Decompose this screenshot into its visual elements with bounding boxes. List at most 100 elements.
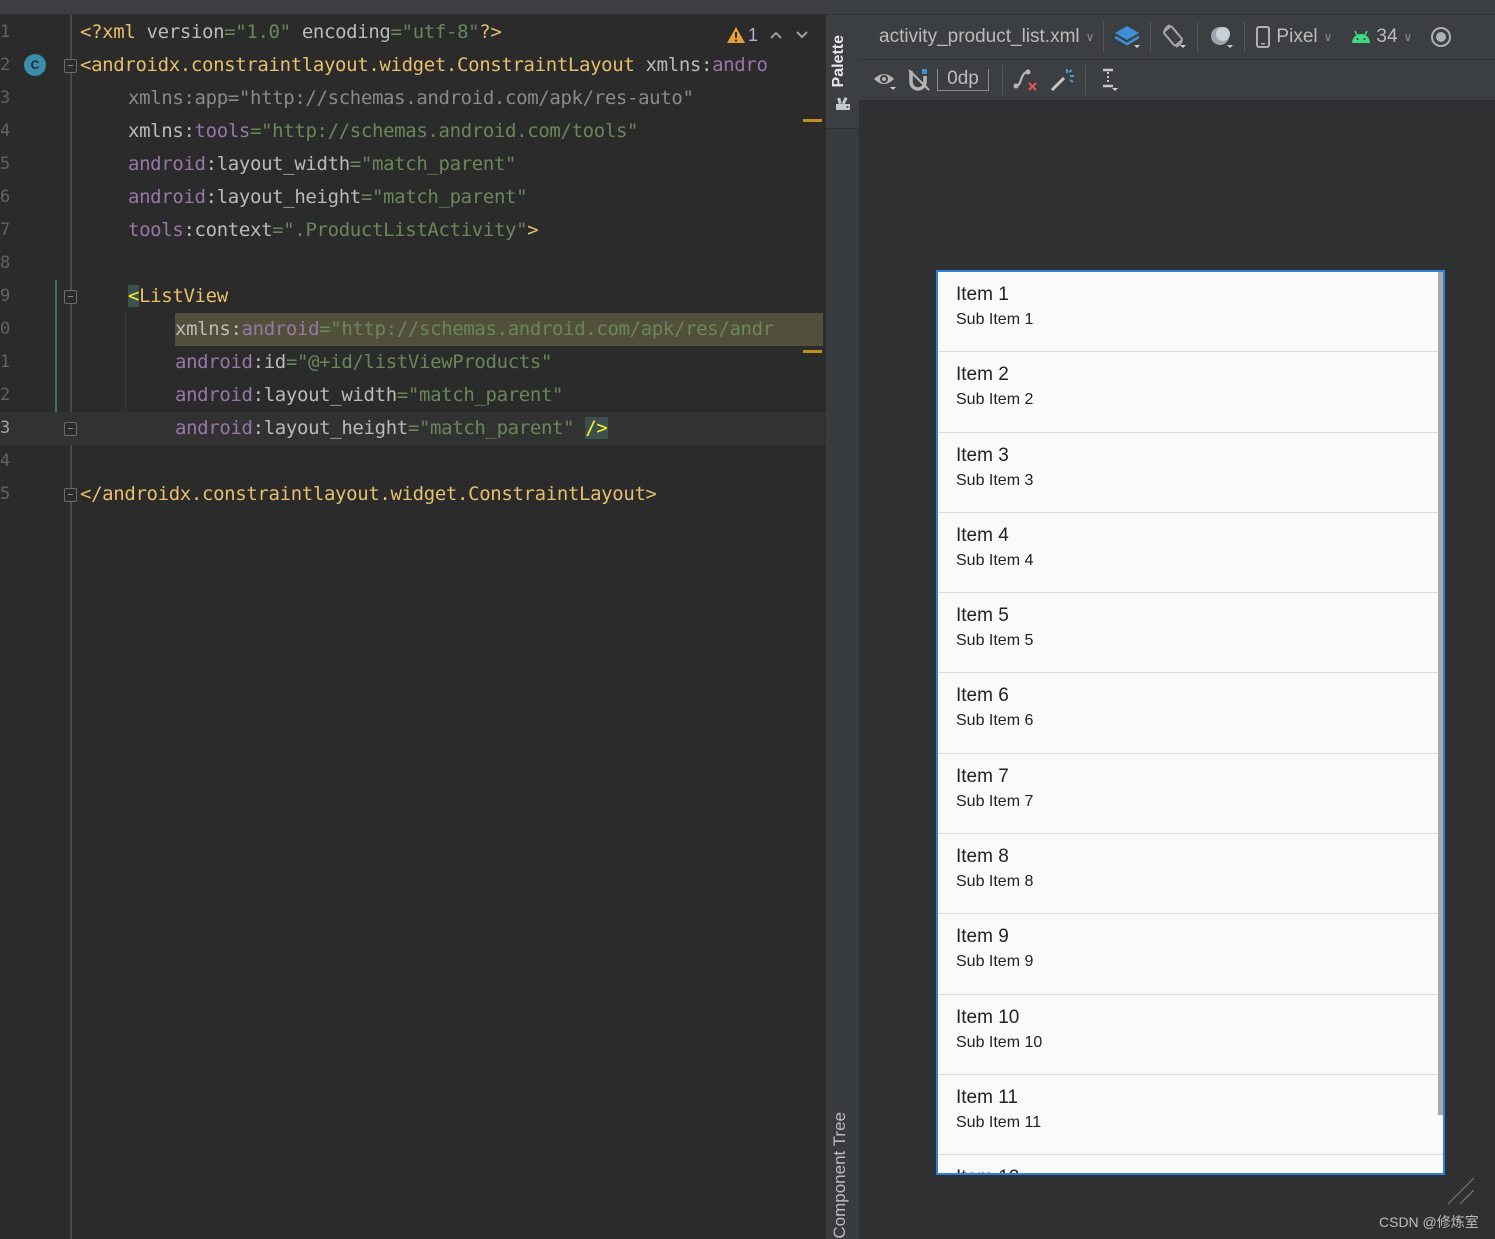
list-item[interactable]: Item 12Sub Item 12	[938, 1155, 1443, 1173]
code-text-warning-highlight: xmlns:android="http://schemas.android.co…	[175, 313, 823, 346]
list-view[interactable]: Item 1 Sub Item 1 Item 2 Sub Item 2 Item 3 Su…	[938, 272, 1443, 1173]
list-item[interactable]: Item 7 Sub Item 7	[938, 754, 1443, 835]
theme-button[interactable]	[1430, 19, 1452, 55]
line-number: 0	[0, 319, 11, 339]
toolbar-divider	[1150, 22, 1152, 52]
api-level-dropdown[interactable]: 34 ∨	[1350, 19, 1412, 55]
list-item-subtitle: Sub Item 9	[956, 953, 1034, 971]
chevron-down-icon: ∨	[1323, 30, 1333, 44]
class-gutter-icon[interactable]: C	[24, 54, 46, 76]
eye-icon	[874, 74, 896, 90]
toolbar-divider	[1002, 65, 1003, 95]
device-preview[interactable]: Item 1 Sub Item 1 Item 2 Sub Item 2 Item 3 Su…	[936, 270, 1445, 1175]
list-item[interactable]: Item 10 Sub Item 10	[938, 995, 1443, 1075]
line-number: 5	[0, 154, 11, 174]
code-line: 1 android:id="@+id/listViewProducts"	[0, 346, 826, 379]
list-item-subtitle: Sub Item 7	[956, 792, 1034, 810]
list-item-subtitle: Sub Item 1	[956, 311, 1034, 328]
resize-handle-icon[interactable]	[1446, 1176, 1476, 1206]
toolbar-divider	[1244, 22, 1246, 52]
view-options-button[interactable]	[871, 62, 899, 98]
palette-icon[interactable]	[835, 95, 851, 111]
code-line: 4	[0, 445, 826, 478]
constraint-toolbar: 0dp	[859, 60, 1495, 101]
line-number: 3	[0, 88, 11, 108]
code-text: xmlns:tools="http://schemas.android.com/…	[128, 120, 639, 142]
design-surface-button[interactable]	[1113, 19, 1141, 55]
fold-toggle-icon[interactable]	[64, 422, 77, 436]
list-item[interactable]: Item 9 Sub Item 9	[938, 914, 1443, 995]
autoconnect-toggle[interactable]	[905, 62, 933, 98]
list-item-subtitle: Sub Item 10	[956, 1033, 1043, 1051]
code-text: <androidx.constraintlayout.widget.Constr…	[80, 54, 768, 76]
line-number: 6	[0, 187, 11, 207]
list-scrollbar[interactable]	[1438, 272, 1443, 1115]
code-line: 7 tools:context=".ProductListActivity">	[0, 214, 826, 247]
toolbar-divider	[1085, 65, 1086, 95]
list-item-subtitle: Sub Item 4	[956, 551, 1034, 569]
line-number: 8	[0, 253, 11, 273]
list-item[interactable]: Item 2 Sub Item 2	[938, 352, 1443, 433]
component-tree-tab[interactable]: Component Tree	[830, 1112, 850, 1239]
code-line: 3 xmlns:app="http://schemas.android.com/…	[0, 82, 826, 115]
layers-icon	[1114, 26, 1141, 48]
top-window-strip	[0, 0, 1495, 15]
default-margin-field[interactable]: 0dp	[937, 69, 989, 91]
list-item-subtitle: Sub Item 2	[956, 391, 1034, 409]
list-item-title: Item 4	[956, 524, 1009, 546]
code-text: </androidx.constraintlayout.widget.Const…	[80, 483, 657, 505]
file-selector-dropdown[interactable]: activity_product_list.xml ∨	[879, 19, 1094, 55]
device-selector-dropdown[interactable]: Pixel ∨	[1254, 19, 1332, 55]
list-item-title: Item 3	[956, 444, 1009, 466]
infer-constraints-button[interactable]	[1048, 62, 1076, 98]
code-line: 5 </androidx.constraintlayout.widget.Con…	[0, 478, 826, 511]
list-item[interactable]: Item 6 Sub Item 6	[938, 673, 1443, 754]
code-text: <ListView	[128, 285, 228, 307]
xml-code-editor[interactable]: 1 1 <?xml version="1.0" encoding="utf-8"…	[0, 15, 826, 1239]
line-number: 3	[0, 418, 11, 438]
guidelines-button[interactable]	[1095, 62, 1123, 98]
code-line: 9 <ListView	[0, 280, 826, 313]
list-item-subtitle: Sub Item 6	[956, 712, 1034, 730]
fold-toggle-icon[interactable]	[64, 488, 77, 502]
night-mode-icon	[1211, 27, 1234, 48]
code-line: 5 android:layout_width="match_parent"	[0, 148, 826, 181]
list-item[interactable]: Item 1 Sub Item 1	[938, 272, 1443, 353]
list-item[interactable]: Item 3 Sub Item 3	[938, 433, 1443, 513]
clear-constraints-icon	[1013, 69, 1037, 91]
list-item-subtitle: Sub Item 5	[956, 632, 1034, 650]
line-number: 4	[0, 451, 11, 471]
list-item[interactable]: Item 11 Sub Item 11	[938, 1075, 1443, 1156]
code-line: 2 android:layout_width="match_parent"	[0, 379, 826, 412]
list-item[interactable]: Item 5 Sub Item 5	[938, 593, 1443, 674]
code-line: 0 xmlns:android="http://schemas.android.…	[0, 313, 826, 346]
list-item[interactable]: Item 8 Sub Item 8	[938, 834, 1443, 915]
list-item-title: Item 10	[956, 1006, 1020, 1028]
fold-toggle-icon[interactable]	[64, 59, 77, 73]
line-number: 5	[0, 484, 11, 504]
rotate-device-icon	[1163, 24, 1187, 48]
palette-tab[interactable]: Palette	[830, 35, 848, 87]
chevron-down-icon: ∨	[1085, 30, 1095, 44]
guidelines-icon	[1103, 68, 1118, 91]
orientation-button[interactable]	[1160, 19, 1188, 55]
clear-constraints-button[interactable]	[1012, 62, 1040, 98]
android-icon	[1352, 30, 1371, 43]
list-item-subtitle: Sub Item 11	[956, 1113, 1042, 1131]
list-item-title: Item 1	[956, 284, 1009, 305]
chevron-down-icon: ∨	[1403, 30, 1413, 44]
toolbar-divider	[1103, 22, 1105, 52]
list-item-title: Item 6	[956, 685, 1009, 707]
list-item-title: Item 8	[956, 846, 1009, 868]
watermark: CSDN @修炼室	[1379, 1214, 1479, 1230]
toolbar-divider	[1197, 22, 1199, 52]
line-number: 1	[0, 22, 11, 42]
theme-night-mode-button[interactable]	[1207, 19, 1235, 55]
list-item[interactable]: Item 4 Sub Item 4	[938, 513, 1443, 594]
fold-toggle-icon[interactable]	[64, 290, 77, 304]
code-text: android:layout_width="match_parent"	[175, 384, 564, 406]
list-item-title: Item 9	[956, 926, 1009, 948]
line-number: 4	[0, 121, 11, 141]
list-item-title: Item 7	[956, 765, 1009, 787]
code-text: android:layout_height="match_parent" />	[175, 417, 608, 439]
